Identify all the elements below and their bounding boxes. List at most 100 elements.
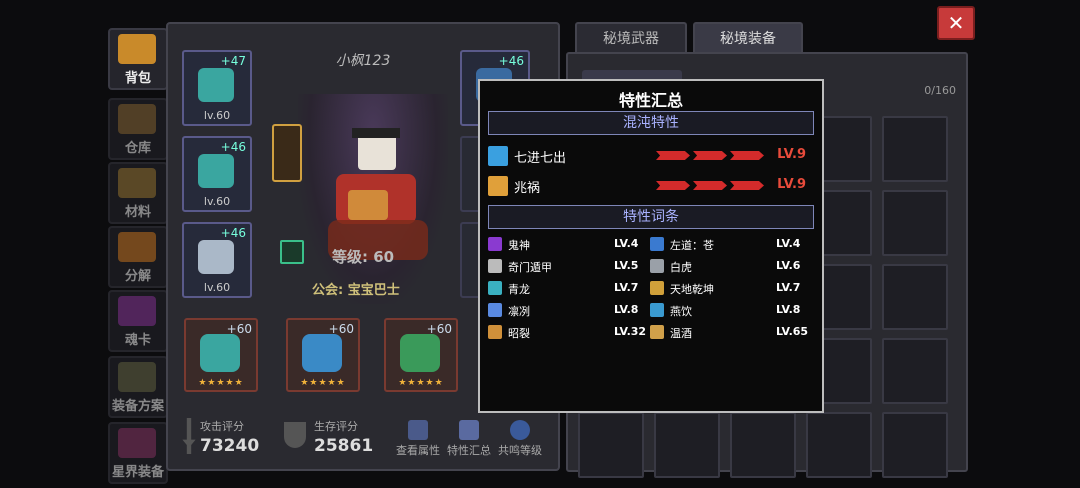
entry-name: 鬼神	[508, 239, 530, 252]
resonance-level-label: 共鸣等级	[498, 444, 542, 457]
trait-entries-header: 特性词条	[488, 205, 814, 229]
artifact-icon	[400, 334, 440, 372]
astral-equipment-icon	[118, 428, 156, 458]
entry-level: LV.7	[614, 281, 639, 294]
materials-icon	[118, 168, 156, 198]
trait-entry[interactable]: 凛冽 LV.8	[488, 301, 648, 321]
inventory-cell[interactable]	[654, 412, 720, 478]
sidebar-item-label: 分解	[124, 269, 151, 284]
artifact-icon	[302, 334, 342, 372]
sidebar-item-backpack[interactable]: 背包	[108, 28, 168, 90]
sidebar-item-label: 仓库	[124, 141, 151, 156]
trait-entry[interactable]: 鬼神 LV.4	[488, 235, 648, 255]
entry-name: 昭裂	[508, 327, 530, 340]
inventory-cell[interactable]	[882, 116, 948, 182]
inventory-cell[interactable]	[806, 412, 872, 478]
trait-icon	[488, 176, 508, 196]
entry-level: LV.32	[614, 325, 647, 338]
slot-plus: +46	[220, 226, 246, 240]
decompose-icon	[118, 232, 156, 262]
slot-level: lv.60	[203, 195, 231, 208]
equipment-slot-left-1[interactable]: +47 lv.60	[182, 50, 252, 126]
soul-card-icon	[118, 296, 156, 326]
equipment-slot-left-2[interactable]: +46 lv.60	[182, 136, 252, 212]
inventory-cell[interactable]	[730, 412, 796, 478]
entry-icon	[650, 303, 664, 317]
slot-level: lv.60	[203, 281, 231, 294]
guild-name: 公会: 宝宝巴士	[312, 283, 400, 298]
slot-level: lv.60	[203, 109, 231, 122]
entry-level: LV.7	[776, 281, 801, 294]
sidebar-item-label: 魂卡	[124, 333, 151, 348]
trait-name: 七进七出	[514, 151, 567, 166]
trait-summary-button[interactable]: 特性汇总	[444, 420, 494, 458]
trait-level: LV.9	[777, 147, 806, 162]
equipment-gem-icon	[198, 68, 234, 102]
trait-entry[interactable]: 左道：苍 LV.4	[650, 235, 810, 255]
trait-entry[interactable]: 天地乾坤 LV.7	[650, 279, 810, 299]
sidebar-item-soul-card[interactable]: 魂卡	[108, 290, 168, 352]
trait-entry[interactable]: 燕饮 LV.8	[650, 301, 810, 321]
resonance-level-button[interactable]: 共鸣等级	[495, 420, 545, 458]
entry-icon	[650, 237, 664, 251]
close-button[interactable]: ✕	[937, 6, 975, 40]
entry-level: LV.65	[776, 325, 809, 338]
attributes-icon	[408, 420, 428, 440]
inventory-cell[interactable]	[882, 264, 948, 330]
entry-icon	[488, 303, 502, 317]
entry-name: 奇门遁甲	[508, 261, 552, 274]
trait-entry[interactable]: 昭裂 LV.32	[488, 323, 648, 343]
trait-entry[interactable]: 奇门遁甲 LV.5	[488, 257, 648, 277]
entry-name: 青龙	[508, 283, 530, 296]
sidebar-item-label: 星界装备	[111, 465, 164, 480]
artifact-slot-1[interactable]: +60 ★★★★★	[184, 318, 258, 392]
trait-summary-modal: 特性汇总 混沌特性 七进七出 LV.9 兆祸 LV.9 特性词条 鬼神 LV.4 左道：苍…	[478, 79, 824, 413]
equipment-plan-icon	[118, 362, 156, 392]
survive-score-label: 生存评分	[314, 420, 358, 433]
trait-entry[interactable]: 温酒 LV.65	[650, 323, 810, 343]
survive-score-value: 25861	[314, 436, 374, 456]
view-attributes-label: 查看属性	[396, 444, 440, 457]
equipment-slot-left-3[interactable]: +46 lv.60	[182, 222, 252, 298]
star-rating: ★★★★★	[398, 378, 444, 388]
chaos-trait-row[interactable]: 七进七出 LV.9	[488, 145, 812, 167]
sidebar-item-decompose[interactable]: 分解	[108, 226, 168, 288]
trait-entry[interactable]: 白虎 LV.6	[650, 257, 810, 277]
artifact-slot-2[interactable]: +60 ★★★★★	[286, 318, 360, 392]
entry-name: 天地乾坤	[670, 283, 714, 296]
sidebar-item-label: 装备方案	[111, 399, 164, 414]
star-rating: ★★★★★	[198, 378, 244, 388]
banner-icon	[272, 124, 302, 182]
inventory-cell[interactable]	[882, 190, 948, 256]
warehouse-icon	[118, 104, 156, 134]
entry-name: 温酒	[670, 327, 692, 340]
chaos-trait-row[interactable]: 兆祸 LV.9	[488, 175, 812, 197]
entry-icon	[650, 325, 664, 339]
entry-icon	[488, 237, 502, 251]
entry-level: LV.8	[614, 303, 639, 316]
entry-name: 白虎	[670, 261, 692, 274]
tab-secret-weapons[interactable]: 秘境武器	[575, 22, 687, 54]
sidebar-item-materials[interactable]: 材料	[108, 162, 168, 224]
sidebar-item-equipment-plan[interactable]: 装备方案	[108, 356, 168, 418]
trait-summary-icon	[459, 420, 479, 440]
entry-icon	[650, 281, 664, 295]
view-attributes-button[interactable]: 查看属性	[393, 420, 443, 458]
entry-name: 燕饮	[670, 305, 692, 318]
trait-entry[interactable]: 青龙 LV.7	[488, 279, 648, 299]
sidebar-item-warehouse[interactable]: 仓库	[108, 98, 168, 160]
weapon-icon[interactable]	[280, 240, 304, 264]
modal-title: 特性汇总	[618, 91, 683, 110]
sidebar-item-astral-equipment[interactable]: 星界装备	[108, 422, 168, 484]
entry-name: 左道：苍	[670, 239, 714, 252]
tab-secret-equipment[interactable]: 秘境装备	[693, 22, 803, 54]
inventory-cell[interactable]	[882, 412, 948, 478]
entry-level: LV.5	[614, 259, 639, 272]
trait-name: 兆祸	[514, 181, 541, 196]
shield-icon	[284, 422, 306, 448]
entry-name: 凛冽	[508, 305, 530, 318]
artifact-slot-3[interactable]: +60 ★★★★★	[384, 318, 458, 392]
entry-icon	[488, 259, 502, 273]
inventory-cell[interactable]	[882, 338, 948, 404]
inventory-cell[interactable]	[578, 412, 644, 478]
